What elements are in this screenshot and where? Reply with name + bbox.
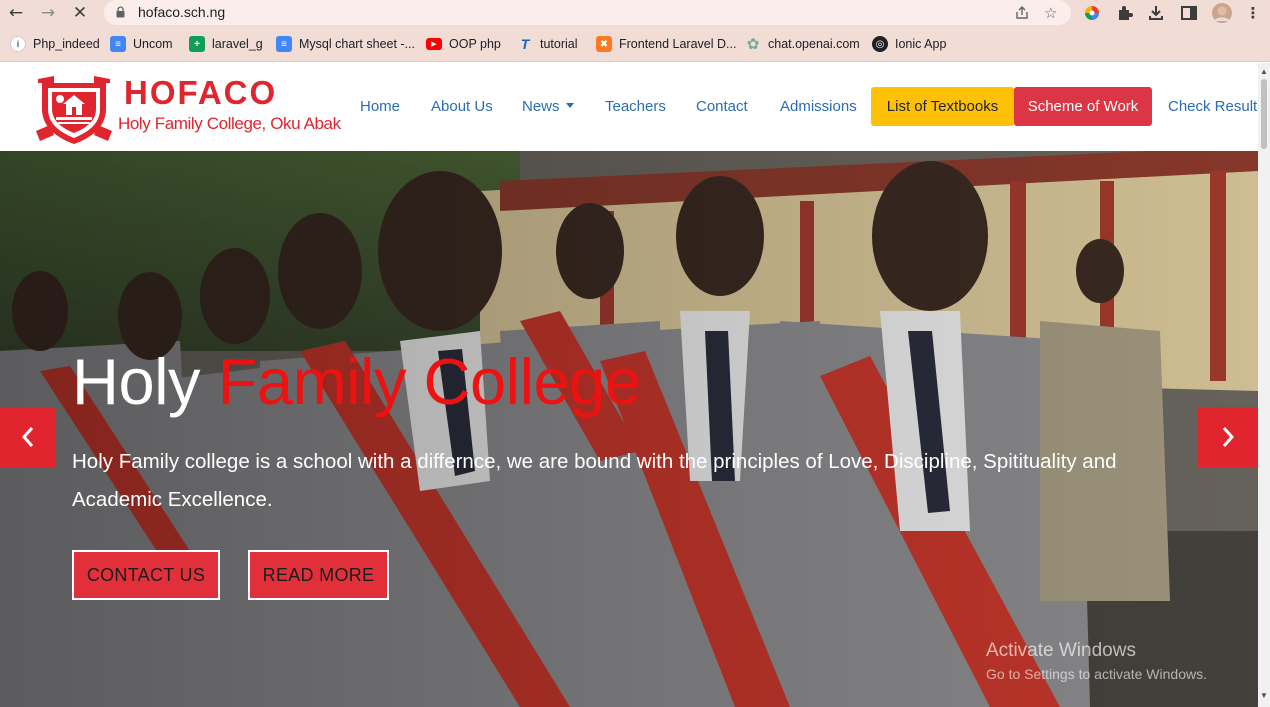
bookmark-item[interactable]: i Php_indeed <box>10 35 100 53</box>
nav-home[interactable]: Home <box>360 98 400 115</box>
carousel-next-button[interactable] <box>1198 407 1258 467</box>
logo-tagline: Holy Family College, Oku Abak <box>118 114 341 133</box>
read-more-button[interactable]: READ MORE <box>248 550 389 600</box>
nav-contact[interactable]: Contact <box>696 98 748 115</box>
scroll-up-icon[interactable]: ▲ <box>1260 67 1268 76</box>
hero-title-white: Holy <box>72 345 201 418</box>
school-crest-icon[interactable] <box>36 75 112 145</box>
nav-check-results[interactable]: Check Results <box>1168 98 1258 115</box>
hero-title-red: Family College <box>217 345 641 418</box>
xampp-icon: ✖ <box>596 36 612 52</box>
profile-avatar[interactable] <box>1211 2 1233 24</box>
hero-carousel: Holy Family College Holy Family college … <box>0 151 1258 707</box>
lock-icon <box>116 6 125 18</box>
activate-windows-title: Activate Windows <box>986 640 1136 661</box>
nav-news-label: News <box>522 98 560 115</box>
bookmark-item[interactable]: ✖ Frontend Laravel D... <box>596 35 736 53</box>
docs-icon: ≡ <box>110 36 126 52</box>
nav-about-us[interactable]: About Us <box>431 98 493 115</box>
bookmark-label: Uncom <box>133 37 173 51</box>
color-picker-extension-icon[interactable] <box>1084 5 1100 21</box>
docs-icon: ≡ <box>276 36 292 52</box>
contact-us-button[interactable]: CONTACT US <box>72 550 220 600</box>
hero-title: Holy Family College <box>72 344 641 419</box>
bookmark-label: Ionic App <box>895 37 947 51</box>
address-bar[interactable]: hofaco.sch.ng ☆ <box>104 0 1071 25</box>
info-icon: i <box>10 36 26 52</box>
web-page: HOFACO Holy Family College, Oku Abak Hom… <box>0 63 1258 707</box>
caret-down-icon <box>565 103 574 108</box>
bookmark-item[interactable]: ✿ chat.openai.com <box>745 35 860 53</box>
chevron-right-icon <box>1222 427 1235 447</box>
bookmark-label: Frontend Laravel D... <box>619 37 737 51</box>
back-arrow-icon[interactable]: ← <box>6 3 26 23</box>
logo-name[interactable]: HOFACO <box>124 74 277 112</box>
forward-arrow-icon[interactable]: → <box>38 3 58 23</box>
bookmark-star-icon[interactable]: ☆ <box>1044 4 1057 22</box>
sheets-icon: + <box>189 36 205 52</box>
tutorial-icon: T <box>520 36 530 52</box>
bookmark-label: laravel_g <box>212 37 263 51</box>
bookmark-item[interactable]: + laravel_g <box>189 35 263 53</box>
chevron-left-icon <box>21 427 33 447</box>
bookmark-item[interactable]: ◎ Ionic App <box>872 35 946 53</box>
hero-photo <box>0 151 1258 707</box>
scroll-down-icon[interactable]: ▼ <box>1260 691 1268 700</box>
bookmark-item[interactable]: ▶ OOP php <box>426 35 501 53</box>
side-panel-icon[interactable] <box>1180 4 1198 22</box>
bookmark-label: tutorial <box>540 37 578 51</box>
bookmark-label: Mysql chart sheet -... <box>299 37 416 51</box>
stop-loading-icon[interactable]: ✕ <box>70 3 90 23</box>
site-header: HOFACO Holy Family College, Oku Abak Hom… <box>0 63 1258 151</box>
share-icon[interactable] <box>1014 5 1030 21</box>
download-icon[interactable] <box>1147 4 1165 22</box>
bookmark-label: Php_indeed <box>33 37 100 51</box>
browser-toolbar: ← → ✕ hofaco.sch.ng ☆ ⋮ <box>0 0 1270 26</box>
nav-news[interactable]: News <box>522 98 574 115</box>
bookmark-label: OOP php <box>449 37 501 51</box>
scheme-of-work-button[interactable]: Scheme of Work <box>1014 87 1152 126</box>
page-scrollbar[interactable]: ▲ ▼ <box>1258 63 1270 707</box>
chrome-menu-icon[interactable]: ⋮ <box>1243 3 1263 23</box>
url-text: hofaco.sch.ng <box>138 4 226 20</box>
globe-icon: ◎ <box>872 36 888 52</box>
bookmark-item[interactable]: ≡ Uncom <box>110 35 173 53</box>
youtube-icon: ▶ <box>426 38 442 50</box>
nav-teachers[interactable]: Teachers <box>605 98 666 115</box>
scroll-thumb[interactable] <box>1261 79 1267 149</box>
bookmarks-bar: i Php_indeed ≡ Uncom + laravel_g ≡ Mysql… <box>0 26 1270 62</box>
list-of-textbooks-button[interactable]: List of Textbooks <box>871 87 1014 126</box>
bookmark-item[interactable]: T tutorial <box>517 35 578 53</box>
bookmark-label: chat.openai.com <box>768 37 860 51</box>
activate-windows-subtitle: Go to Settings to activate Windows. <box>986 666 1207 682</box>
extensions-puzzle-icon[interactable] <box>1116 4 1134 22</box>
openai-icon: ✿ <box>746 36 760 53</box>
carousel-prev-button[interactable] <box>0 407 55 467</box>
nav-admissions[interactable]: Admissions <box>780 98 857 115</box>
hero-description: Holy Family college is a school with a d… <box>72 450 1117 511</box>
bookmark-item[interactable]: ≡ Mysql chart sheet -... <box>276 35 415 53</box>
